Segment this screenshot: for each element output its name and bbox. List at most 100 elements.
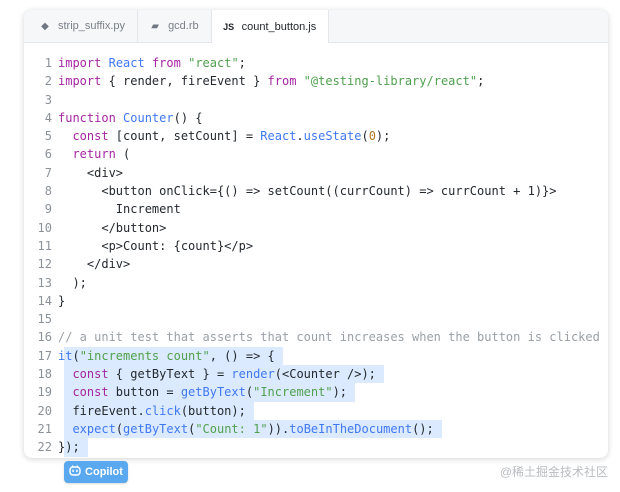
code-editor-window: ◆ strip_suffix.py ▰ gcd.rb JS count_butt… — [24, 10, 608, 458]
code-line: 3 — [24, 91, 608, 109]
code-token: import — [58, 56, 102, 70]
code-line: 9 Increment — [24, 200, 608, 218]
tab-label: count_button.js — [241, 20, 317, 33]
code-token: . — [296, 129, 304, 144]
code-token: getByText — [123, 421, 189, 436]
code-token: React — [260, 129, 297, 144]
tab-strip-suffix-py[interactable]: ◆ strip_suffix.py — [28, 10, 139, 42]
line-number: 6 — [44, 147, 52, 162]
line-number: 1 — [44, 56, 52, 70]
code-line: 11 <p>Count: {count}</p> — [24, 237, 608, 255]
code-text: <p>Count: {count}</p> — [58, 239, 253, 253]
code-area[interactable]: 1 import React from "react"; 2 import { ren… — [24, 54, 608, 457]
tab-gcd-rb[interactable]: ▰ gcd.rb — [138, 10, 212, 42]
code-token: (); — [412, 421, 434, 436]
code-line: 22}); — [24, 438, 608, 457]
code-token: )). — [267, 421, 290, 436]
code-token: ); — [58, 275, 87, 290]
code-text: expect(getByText("Count: 1")).toBeInTheD… — [58, 421, 434, 436]
code-token: <div> — [58, 165, 124, 180]
code-token: toBeInTheDocument — [289, 421, 413, 436]
code-token: </button> — [58, 220, 167, 235]
code-text: <div> — [58, 166, 123, 180]
code-line: 10 </button> — [24, 219, 608, 237]
code-token: button = — [108, 385, 181, 400]
code-token: const — [72, 367, 109, 382]
code-token: it — [58, 348, 73, 363]
code-token: ( — [361, 129, 369, 144]
code-token: import — [58, 74, 102, 89]
code-token: ; — [477, 74, 485, 89]
code-token: 0 — [368, 129, 376, 144]
code-token: getByText — [180, 385, 246, 400]
code-line: 5 const [count, setCount] = React.useSta… — [24, 127, 608, 145]
line-number: 19 — [37, 385, 52, 400]
line-number: 7 — [44, 165, 52, 180]
code-line: 7 <div> — [24, 164, 608, 182]
javascript-file-icon: JS — [223, 21, 235, 32]
copilot-icon — [69, 465, 81, 479]
line-number: 5 — [44, 129, 52, 144]
python-file-icon: ◆ — [41, 20, 49, 32]
file-tab-bar: ◆ strip_suffix.py ▰ gcd.rb JS count_butt… — [24, 10, 608, 43]
code-text: const [count, setCount] = React.useState… — [58, 129, 390, 143]
code-token: } — [58, 293, 66, 308]
copilot-button[interactable]: Copilot — [64, 461, 128, 483]
code-line: 12 </div> — [24, 255, 608, 273]
code-text: fireEvent.click(button); — [58, 403, 245, 418]
code-token: return — [72, 147, 116, 162]
line-number: 8 — [44, 184, 52, 199]
line-number: 2 — [44, 74, 52, 89]
code-token: from — [267, 74, 297, 89]
code-line: 21 expect(getByText("Count: 1")).toBeInT… — [24, 419, 608, 439]
tab-count-button-js[interactable]: JS count_button.js — [211, 10, 330, 43]
line-number: 18 — [37, 367, 52, 382]
tab-label: strip_suffix.py — [58, 20, 126, 32]
code-line: 6 return ( — [24, 145, 608, 163]
code-token: const — [72, 129, 109, 144]
line-number: 15 — [37, 312, 52, 327]
code-text: import React from "react"; — [58, 56, 246, 70]
code-token: const — [72, 385, 109, 400]
line-number: 10 — [37, 220, 52, 235]
code-token: Increment — [58, 202, 181, 217]
code-token: React — [108, 56, 145, 70]
code-text: import { render, fireEvent } from "@test… — [58, 74, 484, 88]
code-token: "increments count" — [79, 348, 210, 363]
code-text: <button onClick={() => setCount((currCou… — [58, 184, 556, 198]
line-number: 13 — [37, 275, 52, 290]
code-token: (<Counter />); — [274, 367, 376, 382]
code-text: Increment — [58, 202, 181, 216]
code-text: ); — [58, 275, 87, 290]
code-token: <p>Count: {count}</p> — [58, 238, 254, 253]
code-line: 18 const { getByText } = render(<Counter… — [24, 365, 608, 384]
code-text: } — [58, 294, 65, 308]
code-token: ; — [238, 56, 246, 70]
watermark: @稀土掘金技术社区 — [499, 465, 608, 479]
code-token: click — [144, 403, 181, 418]
copilot-label: Copilot — [85, 466, 123, 478]
code-token: }); — [58, 440, 80, 455]
code-token: ( — [72, 348, 80, 363]
code-token: ( — [245, 385, 254, 400]
code-line: 15 — [24, 310, 608, 328]
line-number: 11 — [37, 238, 52, 253]
code-line: 19 const button = getByText("Increment")… — [24, 383, 608, 402]
code-text: function Counter() { — [58, 111, 203, 125]
line-number: 12 — [37, 257, 52, 272]
code-token: [count, setCount] = — [108, 129, 261, 144]
code-token: render — [231, 367, 275, 382]
code-text: </div> — [58, 257, 130, 271]
code-token: "Increment" — [253, 385, 333, 400]
ruby-file-icon: ▰ — [151, 20, 159, 32]
code-token: expect — [72, 421, 116, 436]
code-text: const { getByText } = render(<Counter />… — [58, 367, 376, 382]
